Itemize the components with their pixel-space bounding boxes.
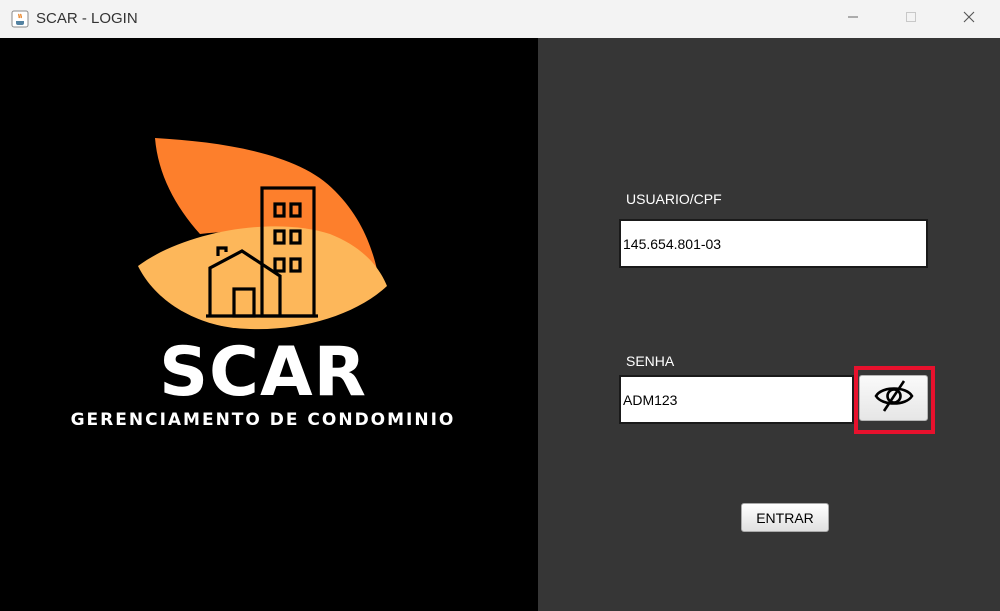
java-coffee-icon <box>11 10 29 28</box>
user-label: USUARIO/CPF <box>626 191 722 207</box>
toggle-password-visibility-button[interactable] <box>859 375 928 421</box>
window-title: SCAR - LOGIN <box>36 10 138 27</box>
close-icon <box>963 10 975 28</box>
user-cpf-field[interactable]: 145.654.801-03 <box>619 219 928 268</box>
title-bar[interactable]: SCAR - LOGIN <box>0 0 1000 39</box>
login-window: SCAR - LOGIN SCAR GERENCIAMENTO DE CONDO… <box>0 0 1000 611</box>
close-button[interactable] <box>946 0 992 38</box>
minimize-icon <box>847 10 859 28</box>
brand-tagline: GERENCIAMENTO DE CONDOMINIO <box>70 410 456 430</box>
eye-slash-icon <box>873 379 915 418</box>
login-form-panel: USUARIO/CPF 145.654.801-03 SENHA ADM123 … <box>538 38 1000 611</box>
minimize-button[interactable] <box>830 0 876 38</box>
logo-panel: SCAR GERENCIAMENTO DE CONDOMINIO <box>0 38 538 611</box>
enter-button[interactable]: ENTRAR <box>741 503 829 532</box>
maximize-icon <box>905 10 917 28</box>
password-field[interactable]: ADM123 <box>619 375 854 424</box>
password-label: SENHA <box>626 353 675 369</box>
brand-name: SCAR <box>159 333 367 412</box>
maximize-button[interactable] <box>888 0 934 38</box>
